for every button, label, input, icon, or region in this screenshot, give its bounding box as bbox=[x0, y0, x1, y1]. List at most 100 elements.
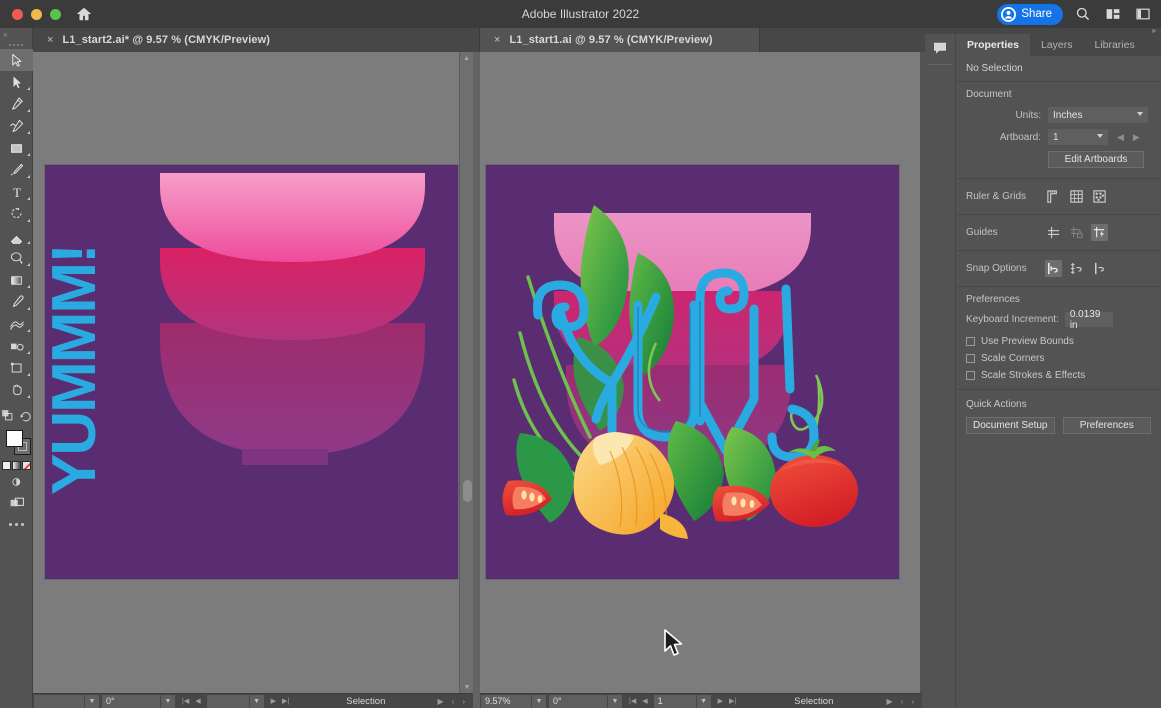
prev-artboard-button[interactable]: ◀ bbox=[642, 697, 647, 705]
comments-icon[interactable] bbox=[925, 34, 955, 62]
selection-tool[interactable] bbox=[0, 49, 33, 71]
artboard-number-left[interactable] bbox=[206, 694, 249, 708]
zoom-level-right[interactable]: 9.57% bbox=[481, 694, 531, 708]
zoom-dropdown-left[interactable]: ▼ bbox=[85, 694, 99, 708]
fill-swatch[interactable] bbox=[6, 430, 23, 447]
chevron-left-icon[interactable]: ‹ bbox=[901, 697, 904, 706]
edit-artboards-button[interactable]: Edit Artboards bbox=[1048, 151, 1144, 168]
change-screen-mode-icon[interactable] bbox=[0, 492, 33, 514]
document-setup-button[interactable]: Document Setup bbox=[966, 417, 1055, 434]
chevron-left-icon[interactable]: ‹ bbox=[452, 697, 455, 706]
show-rulers-icon[interactable] bbox=[1045, 188, 1062, 205]
tab-l1-start1[interactable]: × L1_start1.ai @ 9.57 % (CMYK/Preview) bbox=[480, 28, 760, 52]
scale-strokes-effects-checkbox[interactable]: Scale Strokes & Effects bbox=[966, 370, 1151, 381]
next-artboard-button[interactable]: ▶ bbox=[718, 697, 723, 705]
screen-mode-icon[interactable] bbox=[0, 472, 33, 492]
toolbar-drag-handle[interactable] bbox=[0, 40, 32, 49]
home-icon[interactable] bbox=[75, 5, 93, 23]
rotation-dropdown-right[interactable]: ▼ bbox=[608, 694, 622, 708]
lasso-tool[interactable] bbox=[0, 247, 33, 269]
units-select[interactable]: Inches bbox=[1048, 107, 1148, 123]
edit-toolbar-icon[interactable] bbox=[0, 514, 33, 534]
rotation-dropdown-left[interactable]: ▼ bbox=[161, 694, 175, 708]
rotation-left[interactable]: 0° bbox=[102, 694, 160, 708]
pen-tool[interactable] bbox=[0, 93, 33, 115]
play-icon[interactable]: ▶ bbox=[887, 697, 893, 706]
yummm-bowls-artboard[interactable]: YUMMM! bbox=[45, 165, 458, 579]
tab-l1-start2[interactable]: × L1_start2.ai* @ 9.57 % (CMYK/Preview) bbox=[33, 28, 480, 52]
close-window-button[interactable] bbox=[12, 8, 23, 20]
next-artboard-button[interactable]: ▶ bbox=[271, 697, 276, 705]
yum-vegetables-artboard[interactable] bbox=[486, 165, 899, 579]
direct-selection-tool[interactable] bbox=[0, 71, 33, 93]
gradient-swatch-icon[interactable] bbox=[12, 460, 21, 470]
last-artboard-button[interactable]: ▶| bbox=[729, 697, 736, 705]
rotation-right[interactable]: 0° bbox=[549, 694, 607, 708]
artboard-tool[interactable] bbox=[0, 357, 33, 379]
artboard-select[interactable]: 1 bbox=[1048, 129, 1108, 145]
tab-properties[interactable]: Properties bbox=[956, 34, 1030, 56]
arrange-documents-icon[interactable] bbox=[1103, 4, 1123, 24]
close-icon[interactable]: × bbox=[47, 34, 53, 46]
status-tool-left[interactable]: Selection bbox=[294, 696, 437, 707]
use-preview-bounds-checkbox[interactable]: Use Preview Bounds bbox=[966, 336, 1151, 347]
last-artboard-button[interactable]: ▶| bbox=[282, 697, 289, 705]
workspace-switcher-icon[interactable] bbox=[1133, 4, 1153, 24]
shape-builder-tool[interactable] bbox=[0, 225, 33, 247]
smart-guides-icon[interactable] bbox=[1091, 224, 1108, 241]
rectangle-tool[interactable] bbox=[0, 137, 33, 159]
toolbar-collapse-grip[interactable]: » bbox=[0, 28, 32, 40]
first-artboard-button[interactable]: |◀ bbox=[629, 697, 636, 705]
show-guides-icon[interactable] bbox=[1045, 224, 1062, 241]
blend-tool[interactable] bbox=[0, 313, 33, 335]
artboard-dropdown-right[interactable]: ▼ bbox=[696, 694, 711, 708]
chevron-right-icon[interactable]: › bbox=[462, 697, 465, 706]
curvature-tool[interactable] bbox=[0, 115, 33, 137]
maximize-window-button[interactable] bbox=[50, 8, 61, 20]
hand-tool[interactable] bbox=[0, 379, 33, 401]
chevron-left-icon[interactable]: ◀ bbox=[1117, 132, 1124, 143]
pane-divider[interactable] bbox=[473, 52, 480, 708]
type-tool[interactable]: T bbox=[0, 181, 33, 203]
tab-libraries[interactable]: Libraries bbox=[1083, 34, 1145, 56]
zoom-dropdown-right[interactable]: ▼ bbox=[532, 694, 546, 708]
gradient-tool[interactable] bbox=[0, 269, 33, 291]
prev-artboard-button[interactable]: ◀ bbox=[195, 697, 200, 705]
color-swatch-icon[interactable] bbox=[2, 460, 11, 470]
vertical-scrollbar-left[interactable]: ▲ ▼ bbox=[459, 52, 473, 708]
share-button[interactable]: Share bbox=[997, 3, 1063, 25]
scroll-up-icon[interactable]: ▲ bbox=[460, 52, 473, 65]
panel-collapse-icon[interactable]: » bbox=[1152, 26, 1156, 35]
status-tool-right[interactable]: Selection bbox=[741, 696, 886, 707]
keyboard-increment-input[interactable]: 0.0139 in bbox=[1064, 309, 1113, 331]
document-pane-l1-start1[interactable]: ▲ ▼ bbox=[480, 52, 920, 708]
reset-icon[interactable] bbox=[19, 408, 33, 427]
snap-to-grid-icon[interactable] bbox=[1068, 260, 1085, 277]
chevron-right-icon[interactable]: › bbox=[911, 697, 914, 706]
tab-layers[interactable]: Layers bbox=[1030, 34, 1084, 56]
fill-stroke-swatches[interactable] bbox=[0, 428, 33, 458]
show-transparency-grid-icon[interactable] bbox=[1091, 188, 1108, 205]
color-mode-swatches[interactable] bbox=[0, 458, 33, 472]
artboard-number-right[interactable]: 1 bbox=[653, 694, 696, 708]
rotate-tool[interactable] bbox=[0, 203, 33, 225]
none-swatch-icon[interactable] bbox=[22, 460, 31, 470]
arrange-objects-icon[interactable] bbox=[0, 408, 14, 427]
snap-to-pixel-icon[interactable] bbox=[1091, 260, 1108, 277]
play-icon[interactable]: ▶ bbox=[438, 697, 444, 706]
symbol-sprayer-tool[interactable] bbox=[0, 335, 33, 357]
paintbrush-tool[interactable] bbox=[0, 159, 33, 181]
lock-guides-icon[interactable] bbox=[1068, 224, 1085, 241]
scale-corners-checkbox[interactable]: Scale Corners bbox=[966, 353, 1151, 364]
artboard-dropdown-left[interactable]: ▼ bbox=[249, 694, 264, 708]
first-artboard-button[interactable]: |◀ bbox=[182, 697, 189, 705]
close-icon[interactable]: × bbox=[494, 34, 500, 46]
preferences-button[interactable]: Preferences bbox=[1062, 417, 1151, 434]
snap-to-point-icon[interactable] bbox=[1045, 260, 1062, 277]
document-pane-l1-start2[interactable]: YUMMM! ▲ ▼ bbox=[33, 52, 473, 708]
zoom-level-left[interactable] bbox=[34, 694, 84, 708]
show-grid-icon[interactable] bbox=[1068, 188, 1085, 205]
minimize-window-button[interactable] bbox=[31, 8, 42, 20]
search-icon[interactable] bbox=[1073, 4, 1093, 24]
chevron-right-icon[interactable]: ▶ bbox=[1133, 132, 1140, 143]
